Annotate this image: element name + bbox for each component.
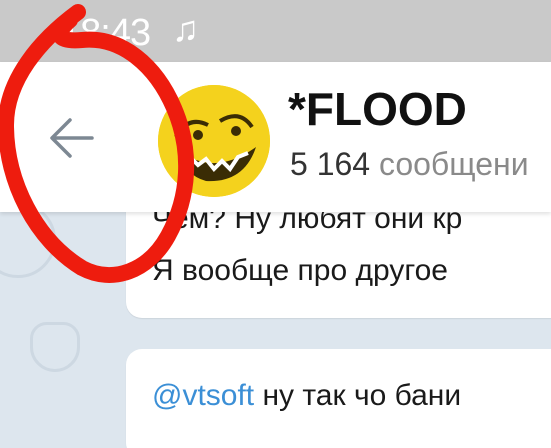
- chat-header: *FLOOD 5 164 сообщени: [0, 62, 551, 212]
- status-time: 18:43: [60, 12, 151, 54]
- user-mention-link[interactable]: @vtsoft: [152, 379, 254, 412]
- background-doodle: [30, 322, 80, 372]
- chat-background: Чем? Ну любят они кр Я вообще про другое…: [0, 212, 551, 448]
- troll-face-avatar-image: [158, 85, 270, 197]
- status-bar: 18:43 ♫: [0, 0, 551, 62]
- message-text-rest: ну так чо бани: [254, 379, 462, 412]
- background-doodle: [0, 212, 56, 278]
- chat-avatar[interactable]: [158, 85, 270, 197]
- message-bubble[interactable]: Чем? Ну любят они кр Я вообще про другое: [126, 212, 551, 318]
- arrow-left-icon: [50, 118, 94, 158]
- back-button[interactable]: [34, 102, 112, 174]
- message-text: Чем? Ну любят они кр: [152, 212, 463, 235]
- music-note-icon: ♫: [172, 8, 199, 49]
- message-text: @vtsoft ну так чо бани: [152, 379, 461, 413]
- message-count: 5 164: [290, 146, 371, 182]
- chat-subtitle-rest: сообщени: [378, 146, 529, 182]
- message-bubble[interactable]: @vtsoft ну так чо бани: [126, 349, 551, 448]
- chat-subtitle: 5 164 сообщени: [290, 146, 529, 183]
- message-text: Я вообще про другое: [152, 254, 448, 287]
- chat-title: *FLOOD: [288, 83, 467, 135]
